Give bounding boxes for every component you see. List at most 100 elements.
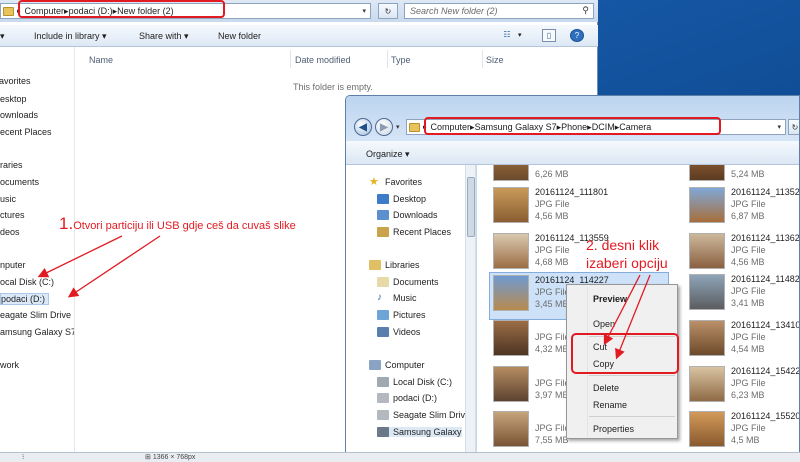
file-size: 3,41 MB (731, 298, 765, 308)
nav-item[interactable]: esktop (0, 94, 27, 104)
nav-item-podaci-selected[interactable]: podaci (D:) (0, 293, 50, 305)
nav-item[interactable]: ownloads (0, 110, 38, 120)
new-folder-button[interactable]: New folder (218, 31, 261, 41)
nav-pictures[interactable]: Pictures (377, 310, 426, 320)
nav-label: Documents (393, 277, 439, 287)
usb-drive-icon (377, 410, 389, 420)
file-type: JPG File (535, 245, 570, 255)
organize-dropdown-arrow-icon[interactable]: ▾ (0, 31, 5, 42)
column-header-type[interactable]: Type (391, 55, 411, 65)
photo-thumbnail (689, 411, 725, 447)
nav-item[interactable]: nputer (0, 260, 26, 270)
menu-item-preview[interactable]: Preview (593, 294, 627, 304)
computer-icon (369, 360, 381, 370)
dimensions-icon: ⊞ (145, 454, 153, 461)
drive-icon (377, 377, 389, 387)
nav-item[interactable]: ecent Places (0, 127, 52, 137)
file-size: 3,97 MB (535, 390, 569, 400)
dimensions-text: 1366 × 768px (152, 454, 196, 461)
column-header-name[interactable]: Name (89, 55, 113, 65)
nav-favorites[interactable]: ★ Favorites (369, 177, 422, 188)
file-item[interactable]: 20161124_15520 JPG File 4,5 MB (673, 409, 799, 454)
nav-item[interactable]: eagate Slim Drive (0, 310, 71, 320)
photo-thumbnail (493, 187, 529, 223)
file-item[interactable]: 20161124_15422 JPG File 6,23 MB (673, 364, 799, 412)
file-type: JPG File (731, 332, 766, 342)
nav-item[interactable]: ocuments (0, 177, 39, 187)
nav-item[interactable]: usic (0, 194, 16, 204)
file-size: 3,45 MB (535, 299, 569, 309)
refresh-button[interactable]: ↻ (378, 3, 398, 19)
file-type: JPG File (535, 199, 570, 209)
file-size: 4,32 MB (535, 344, 569, 354)
nav-podaci[interactable]: podaci (D:) (377, 393, 437, 403)
nav-item[interactable]: work (0, 360, 19, 370)
photo-thumbnail (493, 275, 529, 311)
nav-downloads[interactable]: Downloads (377, 210, 438, 220)
file-size: 7,55 MB (535, 435, 569, 445)
videos-icon (377, 327, 389, 337)
photo-thumbnail (689, 233, 725, 269)
search-input[interactable]: Search New folder (2) ⚲ (404, 3, 594, 19)
menu-item-rename[interactable]: Rename (593, 400, 627, 410)
file-item[interactable]: 20161124_13410 JPG File 4,54 MB (673, 318, 800, 366)
file-size: 6,87 MB (731, 211, 765, 221)
back-button[interactable]: ◀ (354, 118, 372, 136)
menu-item-open[interactable]: Open (593, 319, 615, 329)
file-type: JPG File (535, 332, 570, 342)
file-item[interactable]: 20161124_11352 JPG File 6,87 MB (673, 185, 799, 233)
status-bar: ⁝ ⊞ 1366 × 768px (0, 452, 800, 462)
file-size: 6,23 MB (731, 390, 765, 400)
nav-label: Local Disk (C:) (393, 377, 453, 387)
file-type: JPG File (731, 378, 766, 388)
nav-item[interactable]: raries (0, 160, 23, 170)
nav-item[interactable]: ocal Disk (C:) (0, 277, 54, 287)
nav-item[interactable]: amsung Galaxy S7 (0, 327, 74, 337)
nav-documents[interactable]: Documents (377, 277, 439, 287)
status-dimensions: ⊞ 1366 × 768px (145, 453, 195, 461)
nav-item[interactable]: avorites (0, 76, 31, 86)
nav-label: podaci (D:) (393, 393, 438, 403)
menu-separator (589, 375, 675, 376)
nav-recent-places[interactable]: Recent Places (377, 227, 451, 237)
view-options-icon[interactable]: ☷ (500, 29, 514, 42)
nav-desktop[interactable]: Desktop (377, 194, 426, 204)
share-with-button[interactable]: Share with ▾ (139, 31, 189, 42)
dropdown-arrow-icon[interactable]: ▾ (362, 7, 366, 15)
empty-folder-message: This folder is empty. (293, 82, 373, 92)
refresh-button[interactable]: ↻ (788, 119, 799, 135)
photo-thumbnail (689, 366, 725, 402)
column-header-date-modified[interactable]: Date modified (295, 55, 351, 65)
nav-libraries[interactable]: Libraries (369, 260, 420, 270)
photo-thumbnail (493, 233, 529, 269)
scrollbar-thumb[interactable] (467, 177, 475, 237)
nav-samsung-selected[interactable]: Samsung Galaxy (377, 427, 462, 437)
view-dropdown-icon[interactable]: ▾ (518, 31, 522, 39)
nav-seagate[interactable]: Seagate Slim Driv (377, 410, 465, 420)
preview-pane-icon[interactable]: ▯ (542, 29, 556, 42)
forward-button[interactable]: ▶ (375, 118, 393, 136)
navigation-pane: avorites esktop ownloads ecent Places ra… (0, 47, 75, 452)
column-header-size[interactable]: Size (486, 55, 504, 65)
file-name: 20161124_13410 (731, 320, 800, 330)
nav-videos[interactable]: Videos (377, 327, 420, 337)
nav-item[interactable]: deos (0, 227, 20, 237)
file-size: 6,26 MB (535, 169, 569, 179)
organize-button[interactable]: Organize ▾ (366, 149, 410, 160)
include-in-library-button[interactable]: Include in library ▾ (34, 31, 107, 42)
file-item[interactable]: 20161124_111801 JPG File 4,56 MB (477, 185, 667, 233)
back-arrow-icon: ◀ (359, 121, 367, 133)
menu-item-delete[interactable]: Delete (593, 383, 619, 393)
nav-local-disk[interactable]: Local Disk (C:) (377, 377, 452, 387)
search-icon: ⚲ (582, 5, 589, 15)
menu-item-properties[interactable]: Properties (593, 424, 634, 434)
dropdown-arrow-icon[interactable]: ▾ (777, 123, 781, 131)
nav-item[interactable]: ctures (0, 210, 25, 220)
file-item[interactable]: 20161124_11482 JPG File 3,41 MB (673, 272, 799, 320)
nav-computer[interactable]: Computer (369, 360, 425, 370)
recent-pages-dropdown-icon[interactable]: ▾ (396, 123, 400, 131)
nav-music[interactable]: ♪ Music (377, 293, 417, 304)
help-icon[interactable]: ? (570, 29, 584, 42)
nav-scrollbar[interactable] (466, 165, 476, 454)
file-type: JPG File (535, 378, 570, 388)
